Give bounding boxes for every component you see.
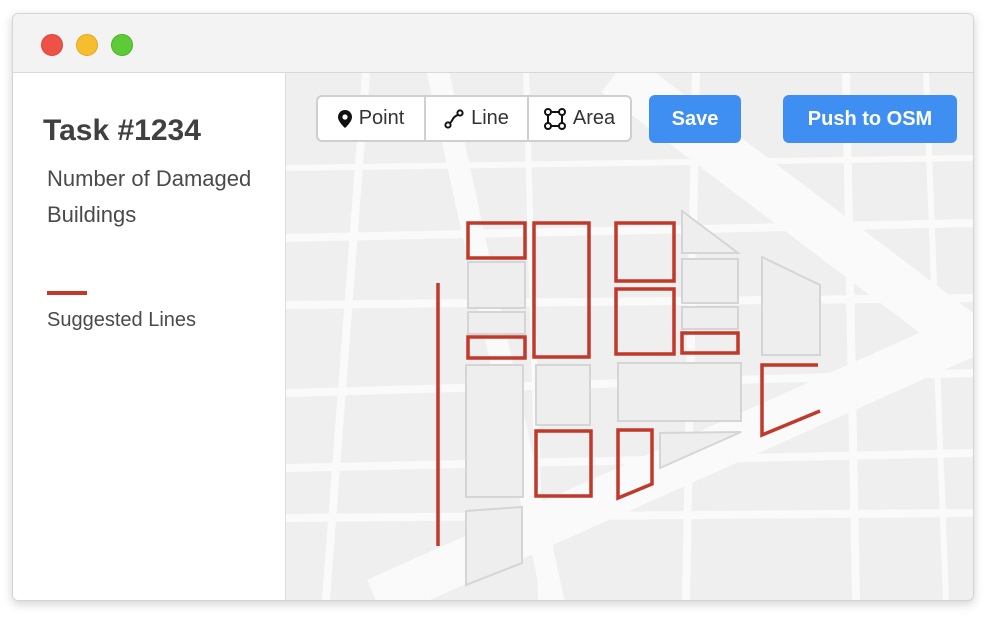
legend-label: Suggested Lines	[47, 309, 197, 331]
building	[467, 261, 526, 309]
line-tool-label: Line	[471, 107, 509, 129]
draw-tool-group: Point Line Area	[316, 95, 632, 142]
street	[286, 155, 973, 171]
building	[681, 306, 739, 330]
save-button[interactable]: Save	[649, 95, 741, 143]
map-pin-icon	[337, 109, 352, 128]
legend-swatch	[47, 291, 87, 295]
area-tool-button[interactable]: Area	[529, 97, 630, 140]
building	[617, 362, 742, 422]
map-svg	[286, 73, 973, 600]
street	[286, 294, 973, 309]
building	[535, 364, 591, 426]
title-bar	[13, 14, 973, 73]
streets	[286, 73, 973, 600]
building	[465, 364, 524, 498]
minimize-window-button[interactable]	[76, 34, 98, 56]
building	[761, 255, 821, 356]
damaged-building	[532, 221, 591, 359]
area-tool-label: Area	[572, 107, 616, 129]
maximize-window-button[interactable]	[111, 34, 133, 56]
building	[467, 311, 526, 335]
line-segment-icon	[444, 108, 464, 129]
point-tool-label: Point	[358, 107, 405, 129]
street	[842, 73, 860, 600]
app-window: Task #1234 Number of Damaged Buildings S…	[12, 13, 974, 601]
building	[681, 258, 739, 304]
push-to-osm-button[interactable]: Push to OSM	[783, 95, 957, 143]
point-tool-button[interactable]: Point	[318, 97, 426, 140]
map-canvas[interactable]	[286, 73, 973, 600]
building	[465, 505, 523, 587]
line-tool-button[interactable]: Line	[426, 97, 529, 140]
task-description: Number of Damaged Buildings	[47, 166, 252, 227]
close-window-button[interactable]	[41, 34, 63, 56]
task-title: Task #1234	[43, 114, 201, 147]
buildings	[465, 209, 821, 587]
polygon-area-icon	[543, 107, 566, 130]
street	[286, 509, 973, 522]
task-sidebar: Task #1234 Number of Damaged Buildings S…	[13, 73, 286, 600]
